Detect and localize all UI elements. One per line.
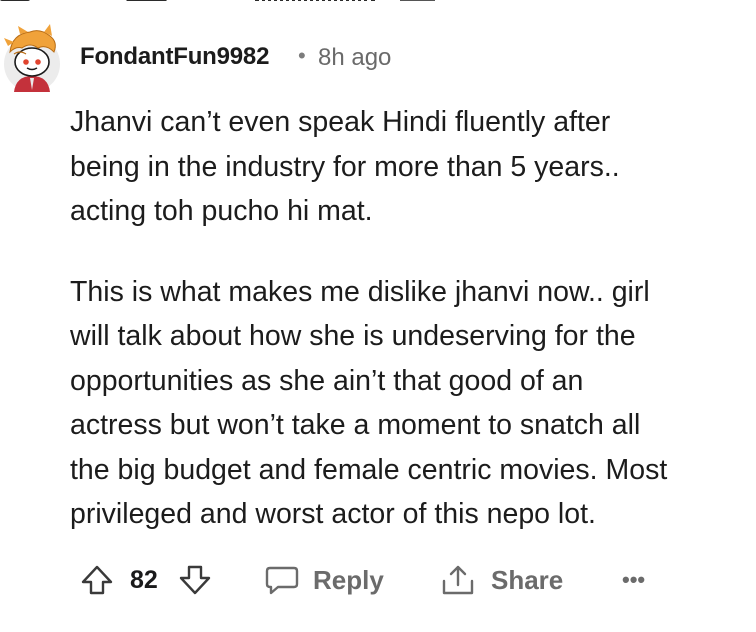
comment-header: FondantFun9982 • 8h ago [0, 24, 756, 96]
comment-paragraph: This is what makes me dislike jhanvi now… [70, 275, 668, 531]
upvote-button[interactable] [80, 556, 114, 604]
comment-timestamp[interactable]: 8h ago [318, 44, 391, 72]
meta-separator: • [298, 43, 306, 68]
toolbar-fragment [0, 0, 30, 1]
toolbar-fragment [255, 0, 375, 1]
toolbar-fragment [400, 0, 435, 1]
comment-username[interactable]: FondantFun9982 [80, 43, 269, 71]
comment-paragraph: Jhanvi can’t even speak Hindi fluently a… [70, 106, 620, 227]
previous-comment-toolbar-fragment [0, 0, 756, 8]
comment-action-bar: 82 Reply Share ••• [0, 556, 756, 604]
upvote-arrow-icon [81, 565, 113, 595]
vote-score: 82 [130, 565, 158, 594]
comment-body: Jhanvi can’t even speak Hindi fluently a… [70, 100, 750, 537]
more-options-button[interactable]: ••• [622, 556, 645, 604]
reply-label[interactable]: Reply [313, 556, 384, 604]
snoo-avatar-icon [4, 24, 60, 92]
reply-button[interactable] [264, 556, 300, 604]
downvote-button[interactable] [178, 556, 212, 604]
chat-bubble-icon [265, 566, 299, 595]
downvote-arrow-icon [179, 565, 211, 595]
share-button[interactable] [440, 556, 476, 604]
share-label[interactable]: Share [491, 556, 563, 604]
user-avatar[interactable] [0, 24, 64, 92]
toolbar-fragment [126, 0, 174, 1]
share-icon [442, 565, 474, 595]
